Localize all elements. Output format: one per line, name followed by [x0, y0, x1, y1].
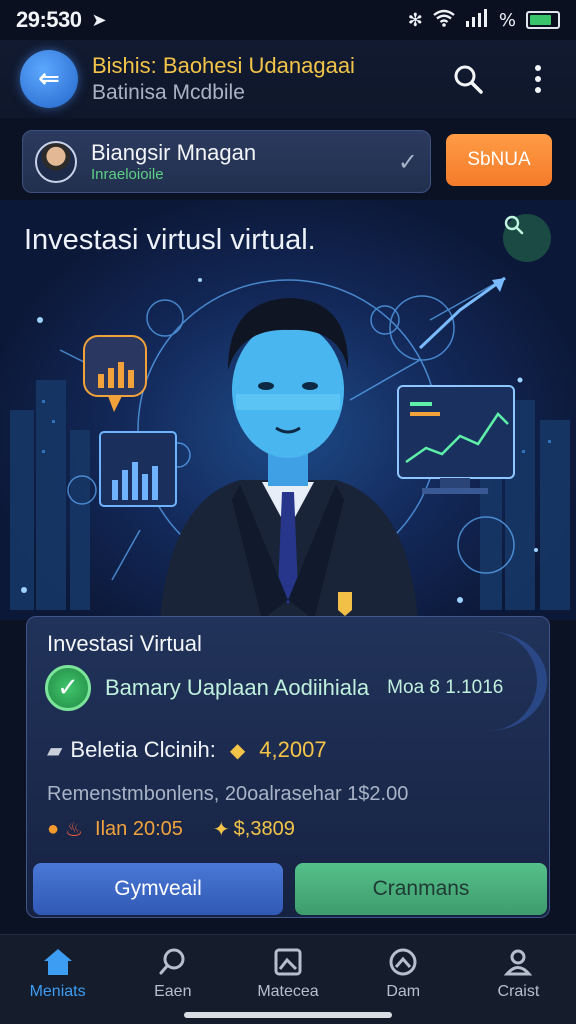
- search-icon: [504, 215, 524, 235]
- percent-icon: %: [498, 9, 516, 31]
- nav-item-media[interactable]: Matecea: [230, 935, 345, 1024]
- back-button[interactable]: ⇐: [20, 50, 78, 108]
- header-titles: Bishis: Baohesi Udanagaai Batinisa Mcdbi…: [92, 53, 355, 105]
- back-arrow-icon: ⇐: [38, 64, 60, 94]
- clock-icon: ●: [47, 818, 60, 840]
- bottom-nav: Meniats Eaen Matecea Dam Craist: [0, 934, 576, 1024]
- status-row: ✓ Bamary Uaplaan Aodiihiala Moa 8 1.1016: [45, 665, 503, 711]
- hero-illustration: [10, 276, 570, 620]
- stat-value: $,3809: [233, 818, 295, 840]
- search-chat-icon: [158, 945, 188, 979]
- status-amount: Moa 8 1.1016: [387, 677, 504, 698]
- profile-text: Biangsir Mnagan Inraeloioile: [91, 140, 256, 183]
- gauge-icon: [388, 945, 418, 979]
- more-menu-button[interactable]: [520, 61, 556, 97]
- hero-banner: Investasi virtusl virtual.: [0, 200, 576, 620]
- nav-item-dash[interactable]: Dam: [346, 935, 461, 1024]
- app-header: ⇐ Bishis: Baohesi Udanagaai Batinisa Mcd…: [0, 40, 576, 118]
- profile-icon: [503, 945, 533, 979]
- profile-card[interactable]: Biangsir Mnagan Inraeloioile ✓: [22, 130, 431, 193]
- balance-row: ▰ Beletia Clcinih: ◆ 4,2007: [47, 737, 327, 763]
- secondary-action-button[interactable]: Cranmans: [295, 863, 547, 915]
- navigation-arrow-icon: ➤: [91, 9, 107, 31]
- wallet-icon: ▰: [47, 738, 63, 762]
- checkmark-icon: ✓: [397, 147, 418, 176]
- avatar: [35, 140, 77, 183]
- balance-label: Beletia Clcinih:: [70, 737, 216, 762]
- money-icon: ◆: [229, 738, 246, 762]
- success-check-icon: ✓: [45, 665, 91, 711]
- status-button[interactable]: SbNUA: [446, 134, 552, 186]
- stats-row: ● ♨ Ilan 20:05 ✦ $,3809: [47, 817, 295, 842]
- battery-fill: [530, 15, 551, 25]
- nav-item-profile[interactable]: Craist: [461, 935, 576, 1024]
- nav-item-home[interactable]: Meniats: [0, 935, 115, 1024]
- search-button[interactable]: [450, 61, 486, 97]
- wifi-icon: [433, 9, 455, 32]
- home-icon: [42, 945, 74, 979]
- signal-icon: [465, 8, 489, 32]
- page-subtitle: Batinisa Mcdbile: [92, 81, 245, 104]
- hero-title: Investasi virtusl virtual.: [24, 224, 316, 256]
- search-icon: [454, 65, 483, 94]
- nav-item-search[interactable]: Eaen: [115, 935, 230, 1024]
- image-frame-icon: [273, 945, 303, 979]
- hero-search-button[interactable]: [503, 214, 551, 262]
- bluetooth-icon: ✻: [407, 9, 423, 31]
- balance-value: 4,2007: [259, 737, 327, 762]
- page-title: Bishis: Baohesi Udanagaai: [92, 53, 355, 78]
- home-indicator[interactable]: [184, 1012, 392, 1018]
- status-bar: 29:530 ➤ ✻ %: [0, 0, 576, 40]
- fire-icon: ♨: [65, 819, 84, 841]
- card-title: Investasi Virtual: [47, 631, 202, 656]
- battery-icon: [526, 11, 560, 29]
- stat-date: Ilan 20:05: [95, 818, 183, 840]
- description: Remenstmbonlens, 20oalrasehar 1$2.00: [47, 783, 409, 805]
- header-actions: [450, 61, 556, 97]
- profile-name: Biangsir Mnagan: [91, 140, 257, 165]
- status-text: Bamary Uaplaan Aodiihiala: [105, 675, 370, 700]
- nav-label: Craist: [497, 983, 540, 1000]
- nav-label: Eaen: [154, 983, 192, 1000]
- status-icons: ✻ %: [407, 8, 560, 32]
- nav-label: Meniats: [29, 983, 86, 1000]
- more-vertical-icon: [535, 65, 541, 93]
- status-time: 29:530: [16, 7, 82, 32]
- nav-label: Matecea: [257, 983, 319, 1000]
- investment-card: Investasi Virtual ✓ Bamary Uaplaan Aodii…: [26, 616, 550, 918]
- profile-role: Inraeloioile: [91, 166, 164, 183]
- nav-label: Dam: [386, 983, 421, 1000]
- primary-action-button[interactable]: Gymveail: [33, 863, 283, 915]
- coin-icon: ✦: [212, 819, 230, 841]
